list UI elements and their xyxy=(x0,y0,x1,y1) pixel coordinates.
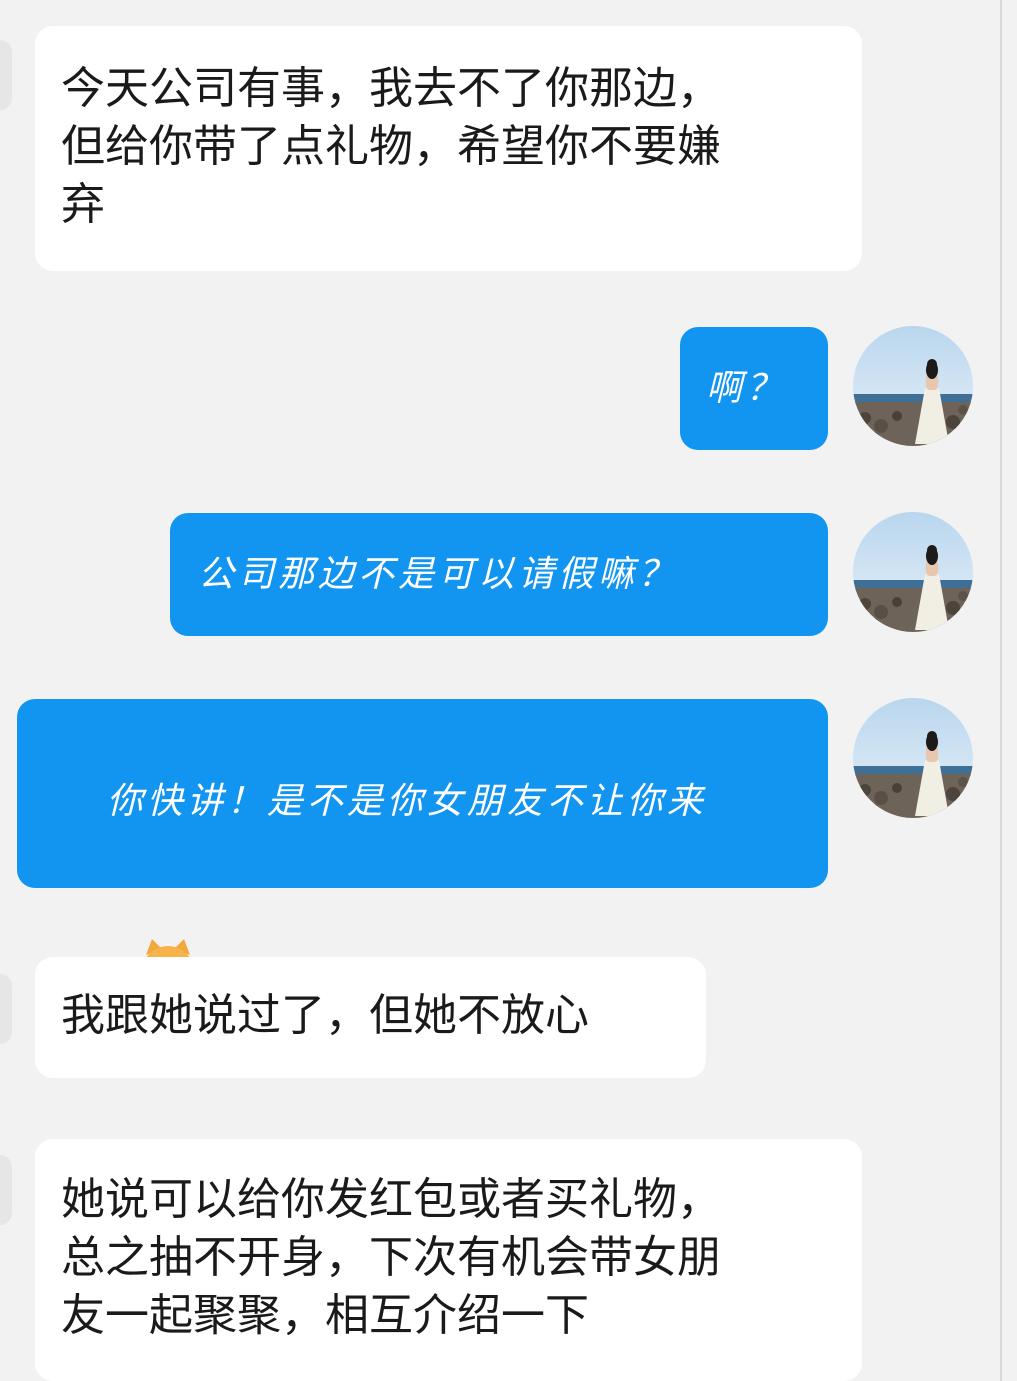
my-avatar-icon[interactable] xyxy=(853,698,973,818)
contact-avatar-icon[interactable] xyxy=(0,40,12,110)
message-bubble-outgoing[interactable]: 你快讲！是不是你女朋友不让你来 xyxy=(17,699,828,992)
message-bubble-outgoing[interactable]: 公司那边不是可以请假嘛？ xyxy=(170,513,828,636)
message-bubble-incoming[interactable]: 我跟她说过了，但她不放心 xyxy=(35,957,706,1078)
my-avatar-icon[interactable] xyxy=(853,326,973,446)
contact-avatar-icon[interactable] xyxy=(0,974,12,1044)
contact-avatar-icon[interactable] xyxy=(0,1155,12,1225)
scrollbar[interactable] xyxy=(1000,0,1017,1381)
message-bubble-outgoing[interactable]: 啊？ xyxy=(680,327,828,450)
message-bubble-incoming[interactable]: 她说可以给你发红包或者买礼物， 总之抽不开身，下次有机会带女朋 友一起聚聚，相互… xyxy=(35,1139,862,1381)
message-text: 你快讲！是不是你女朋友不让你来 xyxy=(106,781,707,822)
my-avatar-icon[interactable] xyxy=(853,512,973,632)
message-bubble-incoming[interactable]: 今天公司有事，我去不了你那边， 但给你带了点礼物，希望你不要嫌 弃 xyxy=(35,26,862,271)
